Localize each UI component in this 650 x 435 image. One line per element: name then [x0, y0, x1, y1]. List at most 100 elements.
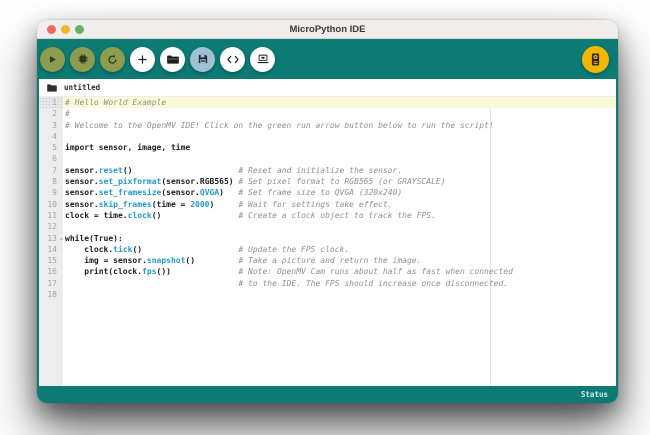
title-bar: MicroPython IDE	[37, 20, 618, 39]
close-button[interactable]	[47, 24, 56, 34]
code-line[interactable]: print(clock.fps()) # Note: OpenMV Cam ru…	[65, 266, 616, 277]
code-text: set_framesize	[98, 188, 162, 198]
code-text: (sensor.RGB565)	[161, 177, 239, 187]
window-title: MicroPython IDE	[289, 23, 366, 35]
code-line[interactable]: # to the IDE. The FPS should increase on…	[65, 278, 616, 289]
code-text: clock	[127, 210, 152, 220]
code-line[interactable]: img = sensor.snapshot() # Take a picture…	[65, 255, 616, 266]
status-bar: Status	[37, 386, 618, 403]
code-text: ()	[185, 256, 239, 266]
line-number: 6	[52, 154, 57, 164]
code-text: (sensor.	[161, 188, 200, 198]
connect-camera-button[interactable]	[582, 45, 609, 73]
code-text: ()	[122, 165, 239, 175]
code-comment: # Reset and initialize the sensor.	[238, 165, 403, 175]
openmv-cam-icon	[591, 53, 600, 66]
code-comment: # Take a picture and return the image.	[238, 256, 422, 266]
code-text: ()	[151, 210, 239, 220]
line-number: 16	[47, 267, 57, 277]
code-text: sensor.	[65, 199, 99, 209]
code-text: snapshot	[146, 256, 186, 266]
code-line[interactable]: #	[65, 108, 616, 119]
code-text: sensor.	[65, 188, 99, 198]
chip-stop-icon	[77, 54, 88, 64]
code-text: (time =	[151, 199, 191, 209]
plus-icon	[137, 54, 148, 65]
code-line[interactable]: sensor.set_framesize(sensor.QVGA) # Set …	[65, 187, 616, 198]
laptop-icon	[257, 54, 269, 64]
code-line[interactable]: clock.tick() # Update the FPS clock.	[65, 244, 616, 255]
line-number: 14	[47, 244, 57, 254]
code-line[interactable]	[65, 131, 616, 142]
line-number: 1	[39, 97, 63, 109]
code-line[interactable]	[65, 289, 616, 300]
tab-untitled[interactable]: untitled	[64, 83, 100, 92]
code-line[interactable]	[65, 221, 616, 232]
code-comment: # to the IDE. The FPS should increase on…	[238, 278, 509, 288]
code-text: fps	[142, 267, 157, 277]
code-line[interactable]: sensor.skip_frames(time = 2000) # Wait f…	[65, 199, 616, 210]
code-comment: # Wait for settings take effect.	[238, 199, 393, 209]
line-number: 12	[47, 222, 57, 232]
code-editor-button[interactable]	[220, 46, 245, 72]
code-comment: # Set frame size to QVGA (320x240)	[238, 188, 403, 198]
code-line[interactable]: import sensor, image, time	[65, 142, 616, 153]
code-line[interactable]: sensor.set_pixformat(sensor.RGB565) # Se…	[65, 176, 616, 187]
line-number: 10	[47, 199, 57, 209]
code-text: img = sensor.	[65, 256, 147, 266]
code-comment: # Update the FPS clock.	[238, 244, 350, 254]
code-text: sensor.	[65, 165, 99, 175]
code-text: clock = time.	[65, 210, 128, 220]
content-frame: untitled 1 2 3 4 5 6 7 8 9 10 11 12 13-14 15 16 17 18 # …	[37, 79, 618, 386]
code-text: set_pixformat	[98, 177, 162, 187]
code-area[interactable]: # Hello World Example # # Welcome to the O…	[63, 97, 616, 386]
save-file-button[interactable]	[190, 46, 215, 72]
fold-marker[interactable]: -	[59, 233, 64, 244]
reset-camera-button[interactable]	[100, 46, 125, 72]
code-line[interactable]: clock = time.clock() # Create a clock ob…	[65, 210, 616, 221]
code-text: import sensor, image, time	[65, 143, 191, 153]
line-number: 13-	[47, 233, 64, 244]
line-number: 17	[47, 278, 57, 288]
code-line[interactable]: # Hello World Example	[63, 97, 616, 109]
code-text: reset	[98, 165, 123, 175]
code-line[interactable]: while(True):	[65, 233, 616, 244]
code-comment: #	[65, 109, 70, 119]
toolbar	[37, 39, 618, 79]
reset-arrow-icon	[107, 54, 118, 65]
code-line[interactable]: sensor.reset() # Reset and initialize th…	[65, 165, 616, 176]
code-text: )	[209, 199, 239, 209]
line-number: 2	[52, 109, 57, 119]
code-text: skip_frames	[98, 199, 152, 209]
tab-folder-icon	[47, 83, 57, 92]
tab-bar: untitled	[39, 79, 616, 97]
code-text: clock.	[65, 244, 114, 254]
line-number: 15	[47, 256, 57, 266]
minimize-button[interactable]	[61, 24, 70, 34]
line-number: 5	[52, 143, 57, 153]
line-number: 7	[52, 165, 57, 175]
code-brackets-icon	[226, 55, 239, 64]
stop-script-button[interactable]	[70, 46, 95, 72]
code-text: while(True):	[65, 233, 123, 243]
code-line[interactable]	[65, 153, 616, 164]
code-text: )	[219, 188, 239, 198]
new-file-button[interactable]	[130, 46, 155, 72]
run-script-button[interactable]	[40, 46, 65, 72]
code-comment: # Note: OpenMV Cam runs about half as fa…	[238, 267, 513, 277]
code-comment: # Hello World Example	[65, 98, 167, 107]
code-line[interactable]: # Welcome to the OpenMV IDE! Click on th…	[65, 120, 616, 131]
traffic-lights	[47, 20, 84, 38]
open-file-button[interactable]	[160, 46, 185, 72]
editor: 1 2 3 4 5 6 7 8 9 10 11 12 13-14 15 16 17 18 # Hello Wor…	[39, 97, 616, 386]
zoom-button[interactable]	[75, 24, 84, 34]
line-number: 8	[52, 177, 57, 187]
gutter: 1 2 3 4 5 6 7 8 9 10 11 12 13-14 15 16 17 18	[39, 97, 64, 386]
line-number: 11	[47, 210, 57, 220]
line-number: 4	[52, 131, 57, 141]
code-text: ())	[156, 267, 239, 277]
code-comment: # Create a clock object to track the FPS…	[238, 210, 436, 220]
serial-terminal-button[interactable]	[250, 46, 275, 72]
line-number: 18	[47, 290, 57, 300]
